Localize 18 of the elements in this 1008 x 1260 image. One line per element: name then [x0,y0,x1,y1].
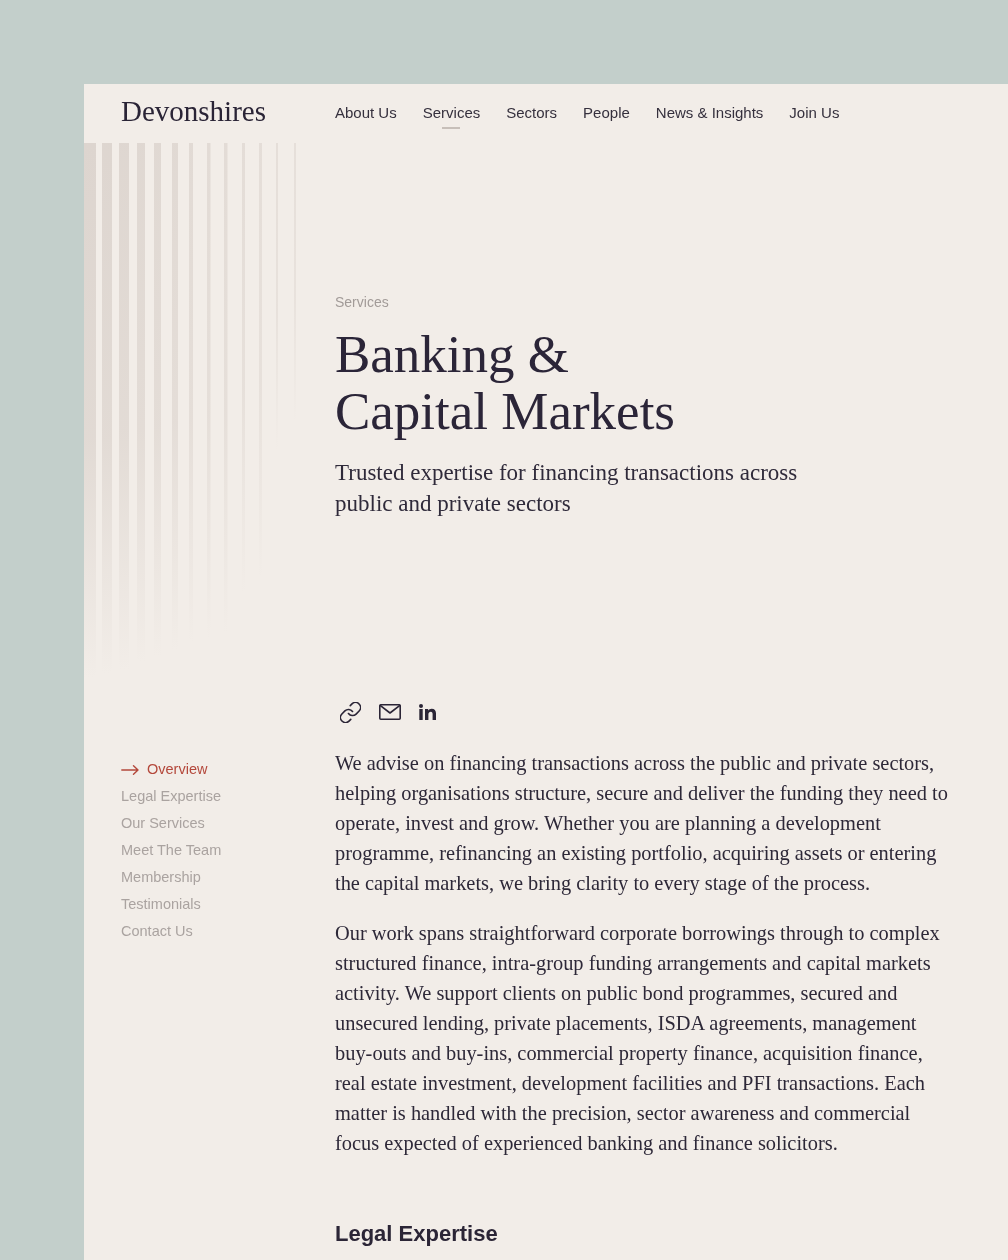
section-heading: Legal Expertise [335,1220,498,1248]
body-paragraph: We advise on financing transactions across the public and private sectors, helping organisations structure, secure and deliver the funding they need to operate, invest and grow. Whether you are planning a development programme, refinancing an existing portfolio, acquiring assets or entering the capital markets, we bring clarity to every stage of the process. [335,751,949,897]
nav-link[interactable]: News & Insights [655,98,764,129]
arrow-right-icon [121,764,139,775]
eyebrow-label: Services [335,293,389,312]
section-link[interactable]: Overview [121,756,208,783]
mail-icon[interactable] [379,704,401,720]
logo[interactable]: Devonshires [121,94,266,128]
page-title: Banking & Capital Markets [335,326,676,440]
nav-link[interactable]: About Us [335,98,397,129]
linkedin-icon[interactable] [419,704,436,720]
body-paragraph: Our work spans straightforward corporate borrowings through to complex structured finance, intra-group funding arrangements and capital markets activity. We support clients on public bond programmes, secured and unsecured lending, private placements, ISDA agreements, management buy-outs and buy-ins, commercial property finance, acquisition finance, real estate investment, development facilities and PFI transactions. Each matter is handled with the precision, sector awareness and commercial focus expected of experienced banking and finance solicitors. [335,921,941,1157]
nav-link[interactable]: Sectors [506,98,558,129]
nav-link[interactable]: People [583,98,630,129]
link-icon[interactable] [340,701,361,723]
nav-link[interactable]: Join Us [789,98,840,129]
page-subtitle: Trusted expertise for financing transactions across public and private sectors [335,459,799,518]
nav-link[interactable]: Services [422,98,481,129]
